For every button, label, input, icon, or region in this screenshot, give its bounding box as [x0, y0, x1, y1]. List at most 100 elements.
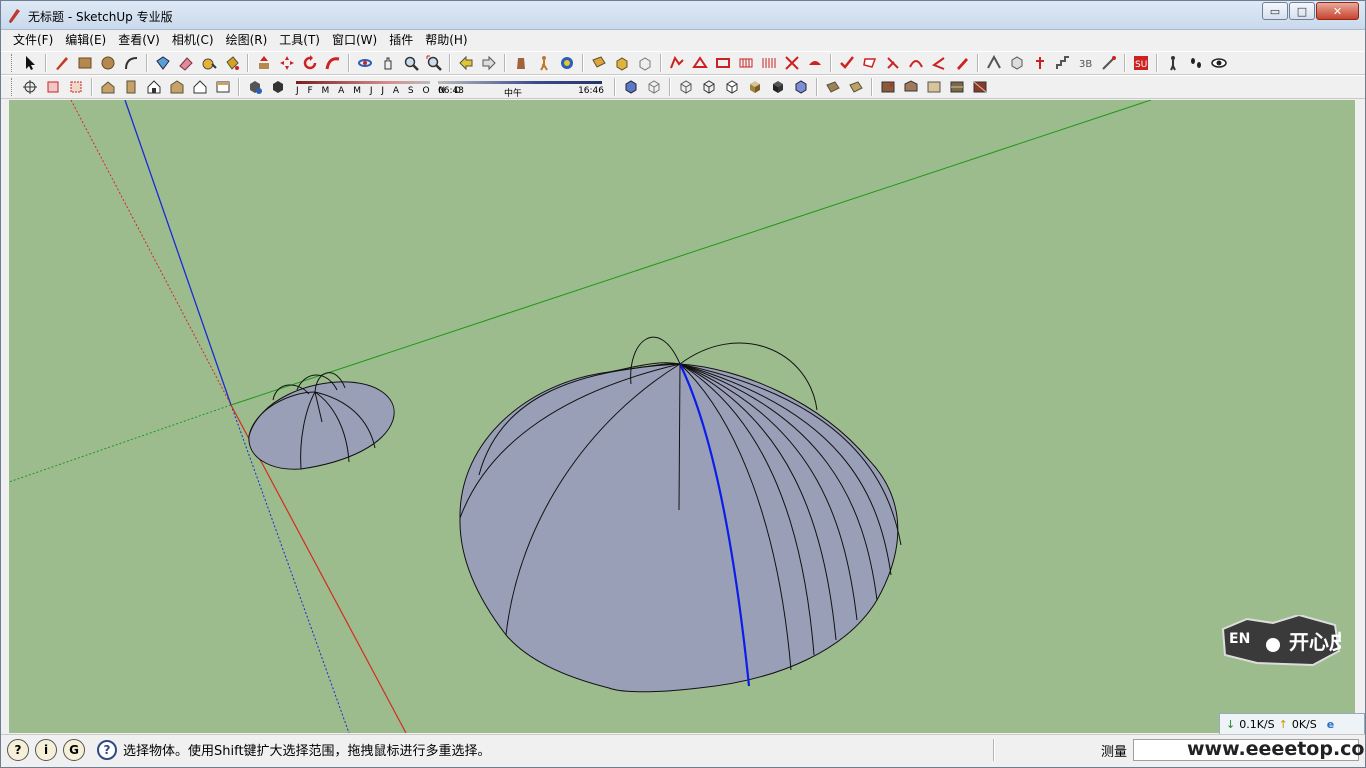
plugin-tool-11[interactable]: 3B	[1075, 52, 1097, 74]
plugin-tool-7[interactable]	[983, 52, 1005, 74]
minimize-button[interactable]: ▭	[1262, 2, 1288, 20]
monochrome-style-tool[interactable]	[790, 76, 812, 98]
add-detail-tool[interactable]	[781, 52, 803, 74]
pan-tool[interactable]	[377, 52, 399, 74]
zoom-extents-tool[interactable]	[423, 52, 445, 74]
menu-tools[interactable]: 工具(T)	[273, 30, 326, 50]
push-pull-tool[interactable]	[253, 52, 275, 74]
plugin-tool-6[interactable]	[951, 52, 973, 74]
wireframe-style-tool[interactable]	[698, 76, 720, 98]
iso-camera-tool[interactable]	[620, 76, 642, 98]
solid-tools-tool[interactable]	[611, 52, 633, 74]
plugin-tool-16[interactable]	[1208, 52, 1230, 74]
sandbox-from-contours-tool[interactable]	[666, 52, 688, 74]
plugin-tool-8[interactable]	[1006, 52, 1028, 74]
menu-plugins[interactable]: 插件	[383, 30, 419, 50]
axes-tool[interactable]	[19, 76, 41, 98]
plugin-tool-3[interactable]	[882, 52, 904, 74]
maximize-button[interactable]: □	[1289, 2, 1315, 20]
plugin-tool-4[interactable]	[905, 52, 927, 74]
look-around-tool[interactable]	[556, 52, 578, 74]
sandbox-from-scratch-tool[interactable]	[689, 52, 711, 74]
wireframe-cube-tool[interactable]	[643, 76, 665, 98]
shadow-date-slider[interactable]: J F M A M J J A S O N D	[294, 76, 461, 98]
geolocation-icon[interactable]: ?	[7, 738, 29, 761]
front-view-tool[interactable]	[143, 76, 165, 98]
shadow-settings-tool[interactable]	[244, 76, 266, 98]
move-tool[interactable]	[276, 52, 298, 74]
plugin-tool-13[interactable]: SU	[1130, 52, 1152, 74]
modeling-viewport[interactable]	[9, 100, 1355, 733]
plugin-tool-14[interactable]	[1162, 52, 1184, 74]
right-view-tool[interactable]	[166, 76, 188, 98]
display-shadows-tool[interactable]	[267, 76, 289, 98]
small-dome[interactable]	[248, 372, 395, 470]
menu-window[interactable]: 窗口(W)	[326, 30, 383, 50]
toolbar-grip[interactable]	[11, 78, 14, 96]
photo-tool-2[interactable]	[900, 76, 922, 98]
flip-edge-tool[interactable]	[804, 52, 826, 74]
smoove-tool[interactable]	[712, 52, 734, 74]
select-tool[interactable]	[19, 52, 41, 74]
plugin-tool-2[interactable]	[859, 52, 881, 74]
rotate-tool[interactable]	[299, 52, 321, 74]
close-button[interactable]: ✕	[1316, 2, 1359, 20]
credits-icon[interactable]: i	[35, 738, 57, 761]
walk-tool[interactable]	[533, 52, 555, 74]
zoom-tool[interactable]	[400, 52, 422, 74]
drape-tool[interactable]	[758, 52, 780, 74]
menu-view[interactable]: 查看(V)	[112, 30, 166, 50]
plugin-tool-5[interactable]	[928, 52, 950, 74]
plugin-tool-15[interactable]	[1185, 52, 1207, 74]
photo-tool-3[interactable]	[923, 76, 945, 98]
user-icon[interactable]: G	[63, 738, 85, 761]
previous-view-tool[interactable]	[455, 52, 477, 74]
make-component-tool[interactable]	[152, 52, 174, 74]
photo-tool-1[interactable]	[877, 76, 899, 98]
plugin-tool-10[interactable]	[1052, 52, 1074, 74]
help-icon[interactable]: ?	[97, 739, 117, 760]
eraser-tool[interactable]	[175, 52, 197, 74]
plugin-tool-1[interactable]	[836, 52, 858, 74]
scene-canvas[interactable]	[9, 100, 1355, 733]
circle-tool[interactable]	[97, 52, 119, 74]
shaded-textures-style-tool[interactable]	[767, 76, 789, 98]
menu-edit[interactable]: 编辑(E)	[59, 30, 112, 50]
rectangle-tool[interactable]	[74, 52, 96, 74]
menu-help[interactable]: 帮助(H)	[419, 30, 473, 50]
section-plane-tool[interactable]	[588, 52, 610, 74]
menu-draw[interactable]: 绘图(R)	[220, 30, 274, 50]
large-dome[interactable]	[459, 336, 902, 693]
layer-tool-1[interactable]	[822, 76, 844, 98]
hidden-line-style-tool[interactable]	[721, 76, 743, 98]
plugin-tool-9[interactable]	[1029, 52, 1051, 74]
paint-bucket-tool[interactable]	[221, 52, 243, 74]
xray-style-tool[interactable]	[675, 76, 697, 98]
menu-camera[interactable]: 相机(C)	[166, 30, 220, 50]
green-axis-negative	[9, 404, 232, 483]
back-view-tool[interactable]	[189, 76, 211, 98]
shaded-style-tool[interactable]	[744, 76, 766, 98]
layer-tool-2[interactable]	[845, 76, 867, 98]
menu-file[interactable]: 文件(F)	[7, 30, 59, 50]
xray-tool[interactable]	[42, 76, 64, 98]
position-camera-tool[interactable]	[510, 52, 532, 74]
pencil-tool[interactable]	[51, 52, 73, 74]
photo-tool-5[interactable]	[969, 76, 991, 98]
left-view-tool[interactable]	[212, 76, 234, 98]
follow-me-tool[interactable]	[322, 52, 344, 74]
arc-tool[interactable]	[120, 52, 142, 74]
plugin-tool-12[interactable]	[1098, 52, 1120, 74]
tape-measure-tool[interactable]	[198, 52, 220, 74]
orbit-tool[interactable]	[354, 52, 376, 74]
shadow-time-slider[interactable]: 06:43 中午 16:46	[436, 76, 606, 99]
stamp-tool[interactable]	[735, 52, 757, 74]
maximize-icon: □	[1296, 4, 1308, 18]
top-view-tool[interactable]	[120, 76, 142, 98]
back-edges-tool[interactable]	[65, 76, 87, 98]
intersect-tool[interactable]	[634, 52, 656, 74]
photo-tool-4[interactable]	[946, 76, 968, 98]
iso-view-tool[interactable]	[97, 76, 119, 98]
toolbar-grip[interactable]	[11, 54, 14, 72]
next-view-tool[interactable]	[478, 52, 500, 74]
